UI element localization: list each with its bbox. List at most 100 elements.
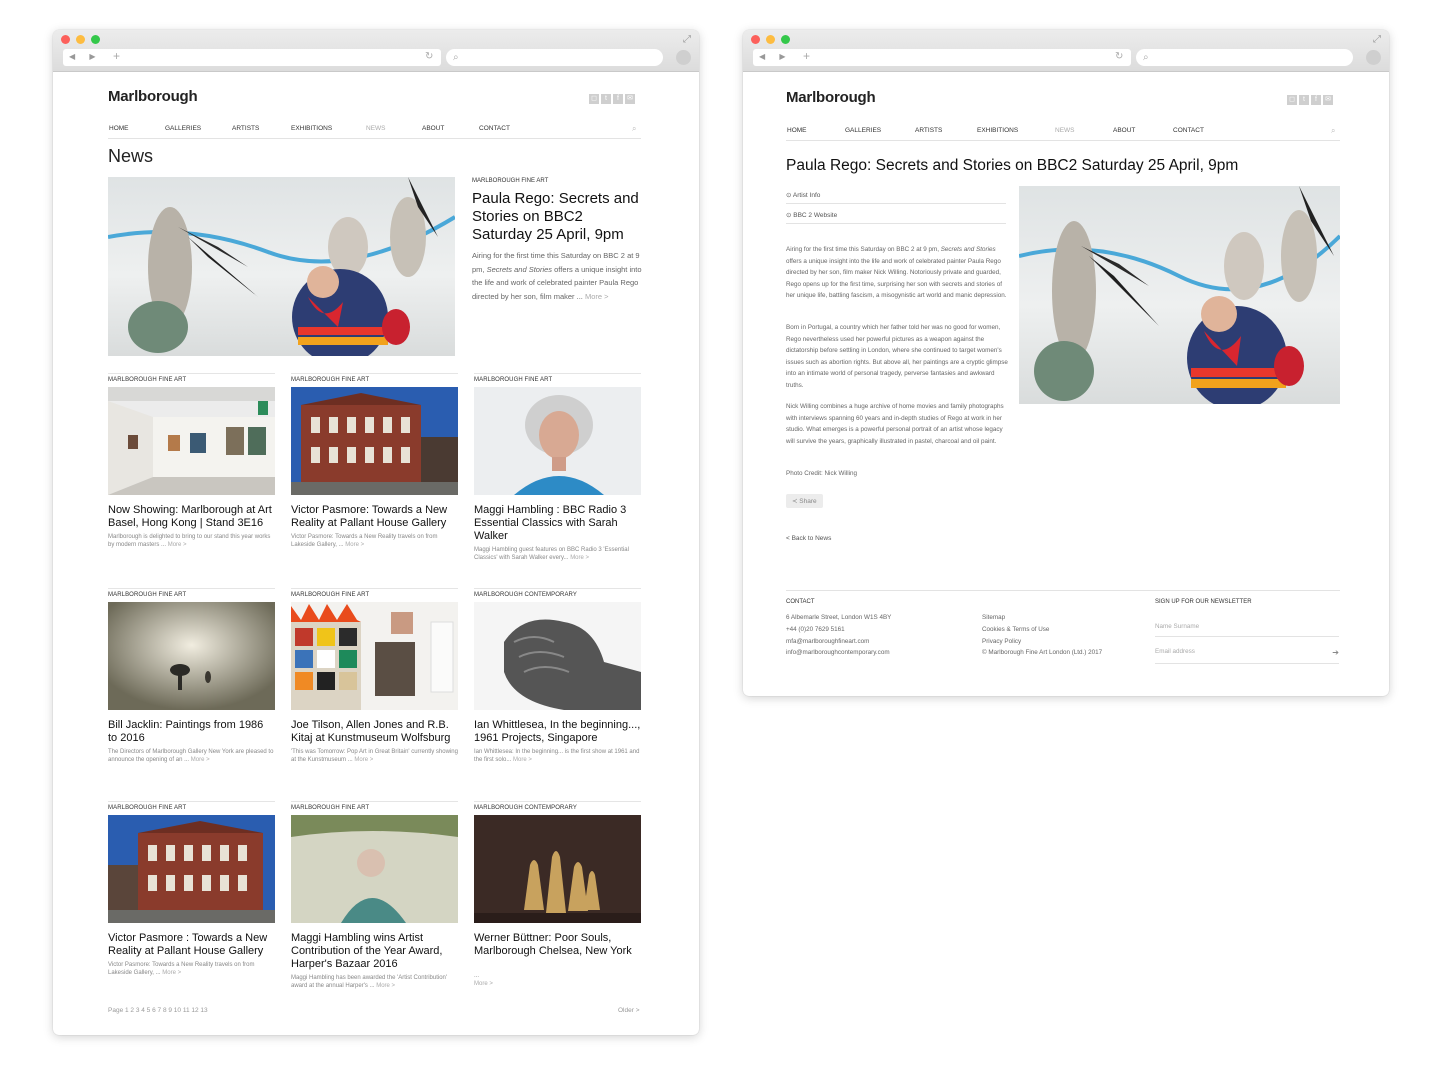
artist-info-link[interactable]: ⊙ Artist Info — [786, 191, 1006, 204]
browser-search-field[interactable]: ⌕ — [446, 49, 663, 66]
fullscreen-icon[interactable]: ⤢ — [683, 34, 691, 45]
new-tab-button[interactable]: + — [803, 49, 810, 63]
card-title[interactable]: Bill Jacklin: Paintings from 1986 to 201… — [108, 719, 275, 745]
featured-title[interactable]: Paula Rego: Secrets and Stories on BBC2 … — [472, 190, 642, 244]
share-button[interactable]: ≺ Share — [786, 494, 823, 508]
nav-artists[interactable]: ARTISTS — [232, 125, 291, 132]
close-window-button[interactable] — [751, 35, 760, 44]
downloads-icon[interactable] — [1366, 50, 1381, 65]
card-title[interactable]: Maggi Hambling wins Artist Contribution … — [291, 932, 458, 971]
back-forward-buttons[interactable]: ◀ ▶ — [69, 52, 102, 61]
back-to-news-link[interactable]: < Back to News — [786, 535, 831, 542]
featured-category: MARLBOROUGH FINE ART — [472, 178, 549, 184]
site-logo[interactable]: Marlborough — [108, 88, 198, 105]
card-category: MARLBOROUGH FINE ART — [108, 592, 187, 598]
card-image[interactable] — [108, 815, 275, 923]
minimize-window-button[interactable] — [766, 35, 775, 44]
browser-search-field[interactable]: ⌕ — [1136, 49, 1353, 66]
newsletter-name-input[interactable]: Name Surname — [1155, 623, 1339, 637]
close-window-button[interactable] — [61, 35, 70, 44]
sitemap-link[interactable]: Sitemap — [982, 612, 1102, 624]
card-title[interactable]: Joe Tilson, Allen Jones and R.B. Kitaj a… — [291, 719, 458, 745]
nav-news[interactable]: NEWS — [366, 125, 422, 132]
twitter-icon[interactable]: t — [1299, 95, 1309, 105]
mail-icon[interactable]: ✉ — [1323, 95, 1333, 105]
featured-more-link[interactable]: More > — [585, 292, 609, 301]
card-more-link[interactable]: More > — [345, 542, 364, 548]
instagram-icon[interactable]: ◻ — [1287, 95, 1297, 105]
card-more-link[interactable]: More > — [168, 542, 187, 548]
card-title[interactable]: Now Showing: Marlborough at Art Basel, H… — [108, 504, 275, 530]
bbc2-website-link[interactable]: ⊙ BBC 2 Website — [786, 211, 1006, 224]
card-image[interactable] — [291, 602, 458, 710]
card-image[interactable] — [291, 815, 458, 923]
older-link[interactable]: Older > — [618, 1007, 640, 1014]
footer-email-link[interactable]: info@marlboroughcontemporary.com — [786, 647, 891, 659]
card-image[interactable] — [474, 387, 641, 495]
card-image[interactable] — [291, 387, 458, 495]
article-image[interactable] — [1019, 186, 1340, 404]
zoom-window-button[interactable] — [781, 35, 790, 44]
minimize-window-button[interactable] — [76, 35, 85, 44]
card-image[interactable] — [474, 815, 641, 923]
card-title[interactable]: Werner Büttner: Poor Souls, Marlborough … — [474, 932, 641, 958]
privacy-policy-link[interactable]: Privacy Policy — [982, 636, 1102, 648]
fullscreen-icon[interactable]: ⤢ — [1373, 34, 1381, 45]
card-more-link[interactable]: More > — [354, 757, 373, 763]
card-more-link[interactable]: More > — [474, 981, 493, 987]
card-image[interactable] — [474, 602, 641, 710]
card-title[interactable]: Victor Pasmore: Towards a New Reality at… — [291, 504, 458, 530]
news-card: MARLBOROUGH FINE ART Maggi Hambling wins… — [291, 801, 458, 990]
reload-icon[interactable]: ↻ — [425, 51, 433, 62]
site-logo[interactable]: Marlborough — [786, 89, 876, 106]
pagination: Page 1 2 3 4 5 6 7 8 9 10 11 12 13 — [108, 1007, 208, 1014]
nav-news[interactable]: NEWS — [1055, 127, 1113, 134]
arrow-circle-icon: ⊙ — [786, 192, 792, 199]
cookies-terms-link[interactable]: Cookies & Terms of Use — [982, 624, 1102, 636]
facebook-icon[interactable]: f — [1311, 95, 1321, 105]
submit-arrow-icon[interactable]: ➔ — [1332, 648, 1339, 657]
facebook-icon[interactable]: f — [613, 94, 623, 104]
card-title[interactable]: Ian Whittlesea, In the beginning..., 196… — [474, 719, 641, 745]
nav-home[interactable]: HOME — [787, 127, 845, 134]
site-search-icon[interactable]: ⌕ — [632, 124, 636, 134]
back-forward-buttons[interactable]: ◀ ▶ — [759, 52, 792, 61]
nav-exhibitions[interactable]: EXHIBITIONS — [977, 127, 1055, 134]
card-more-link[interactable]: More > — [513, 757, 532, 763]
nav-artists[interactable]: ARTISTS — [915, 127, 977, 134]
nav-contact[interactable]: CONTACT — [1173, 127, 1223, 134]
reload-icon[interactable]: ↻ — [1115, 51, 1123, 62]
footer-email-link[interactable]: mfa@marlboroughfineart.com — [786, 636, 891, 648]
card-image[interactable] — [108, 387, 275, 495]
nav-about[interactable]: ABOUT — [1113, 127, 1173, 134]
new-tab-button[interactable]: + — [113, 49, 120, 63]
instagram-icon[interactable]: ◻ — [589, 94, 599, 104]
card-category: MARLBOROUGH CONTEMPORARY — [474, 592, 577, 598]
card-more-link[interactable]: More > — [570, 555, 589, 561]
newsletter-email-input[interactable]: Email address ➔ — [1155, 648, 1339, 664]
twitter-icon[interactable]: t — [601, 94, 611, 104]
downloads-icon[interactable] — [676, 50, 691, 65]
card-excerpt: 'This was Tomorrow: Pop Art in Great Bri… — [291, 749, 458, 763]
nav-galleries[interactable]: GALLERIES — [165, 125, 232, 132]
site-search-icon[interactable]: ⌕ — [1331, 126, 1335, 136]
pagination-pages[interactable]: 1 2 3 4 5 6 7 8 9 10 11 12 13 — [125, 1007, 208, 1014]
card-more-link[interactable]: More > — [162, 970, 181, 976]
card-more-link[interactable]: More > — [376, 983, 395, 989]
card-more-link[interactable]: More > — [191, 757, 210, 763]
featured-image[interactable] — [108, 177, 455, 356]
nav-home[interactable]: HOME — [109, 125, 165, 132]
article-title: Paula Rego: Secrets and Stories on BBC2 … — [786, 157, 1239, 174]
card-excerpt: Maggi Hambling guest features on BBC Rad… — [474, 547, 629, 561]
card-title[interactable]: Victor Pasmore : Towards a New Reality a… — [108, 932, 275, 958]
zoom-window-button[interactable] — [91, 35, 100, 44]
news-card: MARLBOROUGH FINE ART Victor Pasmore : To… — [108, 801, 275, 977]
nav-exhibitions[interactable]: EXHIBITIONS — [291, 125, 366, 132]
nav-galleries[interactable]: GALLERIES — [845, 127, 915, 134]
share-icon: ≺ — [792, 498, 798, 505]
card-title[interactable]: Maggi Hambling : BBC Radio 3 Essential C… — [474, 504, 641, 543]
nav-contact[interactable]: CONTACT — [479, 125, 529, 132]
nav-about[interactable]: ABOUT — [422, 125, 479, 132]
card-image[interactable] — [108, 602, 275, 710]
mail-icon[interactable]: ✉ — [625, 94, 635, 104]
